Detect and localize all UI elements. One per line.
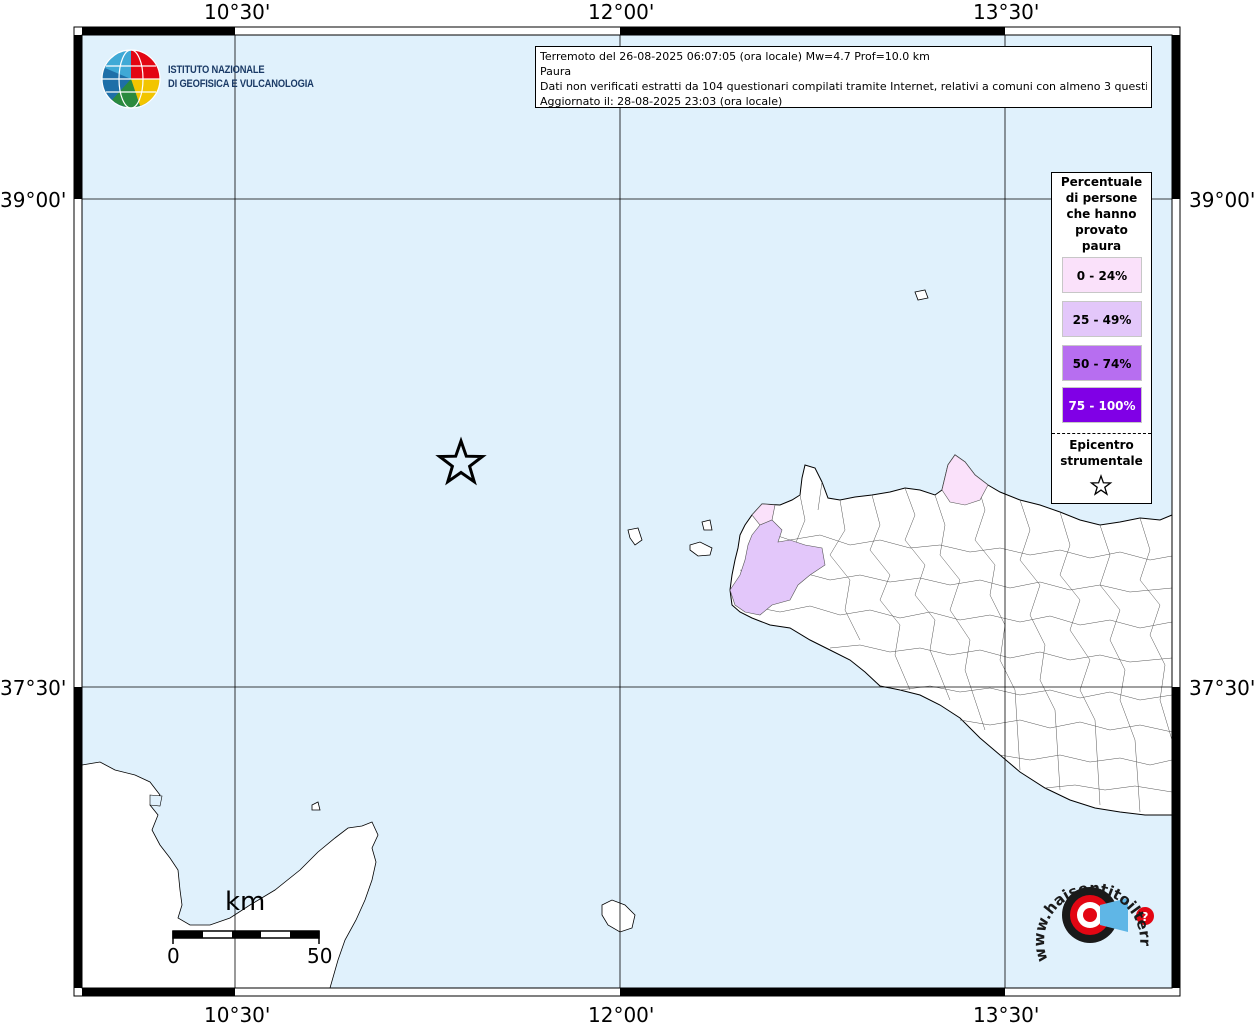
map-parameter: Paura: [540, 65, 572, 78]
legend: Percentuale di persone che hanno provato…: [1051, 172, 1152, 504]
y-tick-right-2: 37°30': [1189, 676, 1254, 700]
x-tick-top-3: 13°30': [973, 0, 1040, 24]
x-tick-top-2: 12°00': [588, 0, 655, 24]
logo-line-1: ISTITUTO NAZIONALE: [168, 64, 265, 76]
x-tick-bottom-1: 10°30': [204, 1003, 271, 1027]
x-tick-bottom-3: 13°30': [973, 1003, 1040, 1027]
event-title: Terremoto del 26-08-2025 06:07:05 (ora l…: [540, 50, 930, 63]
event-info-box: Terremoto del 26-08-2025 06:07:05 (ora l…: [535, 46, 1152, 108]
update-time: Aggiornato il: 28-08-2025 23:03 (ora loc…: [540, 95, 783, 108]
legend-epicenter-label: Epicentro strumentale: [1052, 437, 1151, 469]
legend-divider: [1052, 433, 1151, 434]
legend-class-3: 50 - 74%: [1062, 345, 1142, 381]
legend-epicenter-text: Epicentro strumentale: [1060, 438, 1143, 468]
x-tick-top-1: 10°30': [204, 0, 271, 24]
data-note: Dati non verificati estratti da 104 ques…: [540, 80, 1147, 93]
x-tick-bottom-2: 12°00': [588, 1003, 655, 1027]
legend-class-4: 75 - 100%: [1062, 387, 1142, 423]
y-tick-left-1: 39°00': [0, 188, 67, 212]
levanzo-island: [701, 519, 713, 531]
scale-unit: km: [225, 887, 266, 917]
y-tick-left-2: 37°30': [0, 676, 67, 700]
intensity-map: ? www.haisentitoilterremoto.it: [0, 0, 1181, 997]
ingv-globe-logo-icon: [101, 49, 161, 109]
y-tick-right-1: 39°00': [1189, 188, 1254, 212]
legend-star-icon: [1089, 474, 1113, 496]
scale-max: 50: [307, 944, 333, 968]
ingv-logo: ISTITUTO NAZIONALE DI GEOFISICA E VULCAN…: [100, 48, 320, 110]
legend-title-text: Percentuale di persone che hanno provato…: [1060, 175, 1143, 253]
legend-title: Percentuale di persone che hanno provato…: [1052, 174, 1151, 254]
logo-line-2: DI GEOFISICA E VULCANOLOGIA: [168, 78, 314, 90]
tunisia-lake: [149, 794, 163, 807]
scale-min: 0: [167, 944, 180, 968]
legend-class-2: 25 - 49%: [1062, 301, 1142, 337]
legend-class-1: 0 - 24%: [1062, 257, 1142, 293]
